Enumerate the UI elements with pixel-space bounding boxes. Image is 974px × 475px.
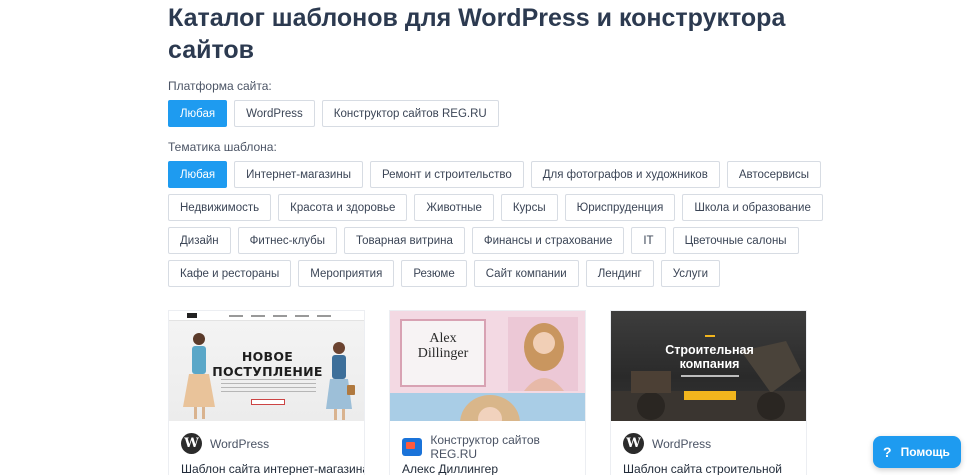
theme-option[interactable]: Цветочные салоны bbox=[672, 227, 799, 254]
question-icon: ? bbox=[883, 444, 892, 460]
theme-option[interactable]: Товарная витрина bbox=[344, 227, 465, 254]
template-name[interactable]: Алекс Диллингер bbox=[402, 462, 498, 475]
template-platform-label: Конструктор сайтов REG.RU bbox=[430, 433, 540, 461]
theme-option[interactable]: Фитнес-клубы bbox=[237, 227, 338, 254]
reg-ru-icon bbox=[402, 438, 423, 456]
platform-filter-label: Платформа сайта: bbox=[168, 79, 272, 93]
theme-option[interactable]: Лендинг bbox=[585, 260, 654, 287]
template-platform-label: WordPress bbox=[652, 436, 712, 451]
template-name[interactable]: Шаблон сайта интернет-магазина bbox=[181, 462, 364, 475]
theme-filter-row-4: Кафе и рестораны Мероприятия Резюме Сайт… bbox=[168, 260, 721, 287]
page-title: Каталог шаблонов для WordPress и констру… bbox=[168, 4, 786, 64]
theme-filter-row-1: Любая Интернет-магазины Ремонт и строите… bbox=[168, 161, 821, 188]
theme-option[interactable]: Мероприятия bbox=[298, 260, 395, 287]
theme-option[interactable]: Любая bbox=[168, 161, 228, 188]
theme-filter-label: Тематика шаблона: bbox=[168, 140, 277, 154]
theme-option[interactable]: Юриспруденция bbox=[564, 194, 676, 221]
theme-option[interactable]: Красота и здоровье bbox=[278, 194, 408, 221]
preview-text-lines bbox=[221, 379, 316, 393]
preview-headline: Строительная компания bbox=[611, 343, 806, 371]
template-platform: W WordPress bbox=[181, 433, 269, 454]
platform-filter: Любая WordPress Конструктор сайтов REG.R… bbox=[168, 100, 499, 127]
theme-option[interactable]: Интернет-магазины bbox=[234, 161, 363, 188]
template-platform: Конструктор сайтов REG.RU bbox=[402, 433, 585, 461]
fashion-model-right-image bbox=[326, 342, 355, 420]
template-preview[interactable]: НОВОЕ ПОСТУПЛЕНИЕ bbox=[169, 311, 364, 421]
theme-option[interactable]: Школа и образование bbox=[682, 194, 823, 221]
portrait-photo-image bbox=[508, 317, 578, 391]
preview-bottom-photo bbox=[390, 393, 585, 421]
template-card[interactable]: Alex Dillinger Конструктор сайтов REG.RU… bbox=[389, 310, 586, 475]
platform-option-reg-builder[interactable]: Конструктор сайтов REG.RU bbox=[321, 100, 499, 127]
preview-logo bbox=[187, 313, 197, 318]
template-platform-label: WordPress bbox=[210, 436, 270, 451]
theme-option[interactable]: Резюме bbox=[401, 260, 467, 287]
preview-subtitle-line bbox=[681, 375, 739, 377]
template-card[interactable]: НОВОЕ ПОСТУПЛЕНИЕ W WordPress Шаблон сай… bbox=[168, 310, 365, 475]
theme-option[interactable]: Финансы и страхование bbox=[471, 227, 625, 254]
theme-option[interactable]: Сайт компании bbox=[473, 260, 579, 287]
help-button[interactable]: ? Помощь bbox=[873, 436, 961, 468]
help-button-label: Помощь bbox=[900, 445, 950, 459]
preview-headline-line: компания bbox=[679, 357, 740, 371]
preview-button bbox=[684, 391, 736, 400]
wordpress-icon: W bbox=[623, 433, 644, 454]
theme-option[interactable]: Недвижимость bbox=[168, 194, 272, 221]
theme-option[interactable]: IT bbox=[631, 227, 666, 254]
preview-name-line: Dillinger bbox=[417, 346, 469, 361]
preview-name: Alex Dillinger bbox=[400, 331, 486, 361]
template-preview[interactable]: Alex Dillinger bbox=[390, 311, 585, 421]
template-platform: W WordPress bbox=[623, 433, 711, 454]
preview-accent-dash bbox=[705, 335, 715, 337]
template-preview[interactable]: Строительная компания bbox=[611, 311, 806, 421]
preview-button bbox=[251, 399, 285, 405]
preview-nav bbox=[229, 315, 339, 317]
wordpress-icon: W bbox=[181, 433, 202, 454]
platform-option-any[interactable]: Любая bbox=[168, 100, 228, 127]
preview-headline-line: Строительная bbox=[665, 343, 754, 357]
template-cards: НОВОЕ ПОСТУПЛЕНИЕ W WordPress Шаблон сай… bbox=[168, 310, 807, 475]
theme-option[interactable]: Для фотографов и художников bbox=[530, 161, 720, 188]
theme-option[interactable]: Дизайн bbox=[168, 227, 231, 254]
theme-option[interactable]: Услуги bbox=[660, 260, 721, 287]
theme-option[interactable]: Животные bbox=[414, 194, 494, 221]
platform-option-wordpress[interactable]: WordPress bbox=[234, 100, 315, 127]
template-name[interactable]: Шаблон сайта строительной bbox=[623, 462, 782, 475]
portrait-photo-bottom-image bbox=[460, 395, 520, 421]
template-card[interactable]: Строительная компания W WordPress Шаблон… bbox=[610, 310, 807, 475]
theme-option[interactable]: Автосервисы bbox=[726, 161, 821, 188]
theme-option[interactable]: Кафе и рестораны bbox=[168, 260, 292, 287]
preview-name-line: Alex bbox=[429, 331, 457, 346]
theme-option[interactable]: Ремонт и строительство bbox=[369, 161, 524, 188]
theme-option[interactable]: Курсы bbox=[500, 194, 558, 221]
theme-filter-row-2: Недвижимость Красота и здоровье Животные… bbox=[168, 194, 823, 221]
theme-filter-row-3: Дизайн Фитнес-клубы Товарная витрина Фин… bbox=[168, 227, 799, 254]
